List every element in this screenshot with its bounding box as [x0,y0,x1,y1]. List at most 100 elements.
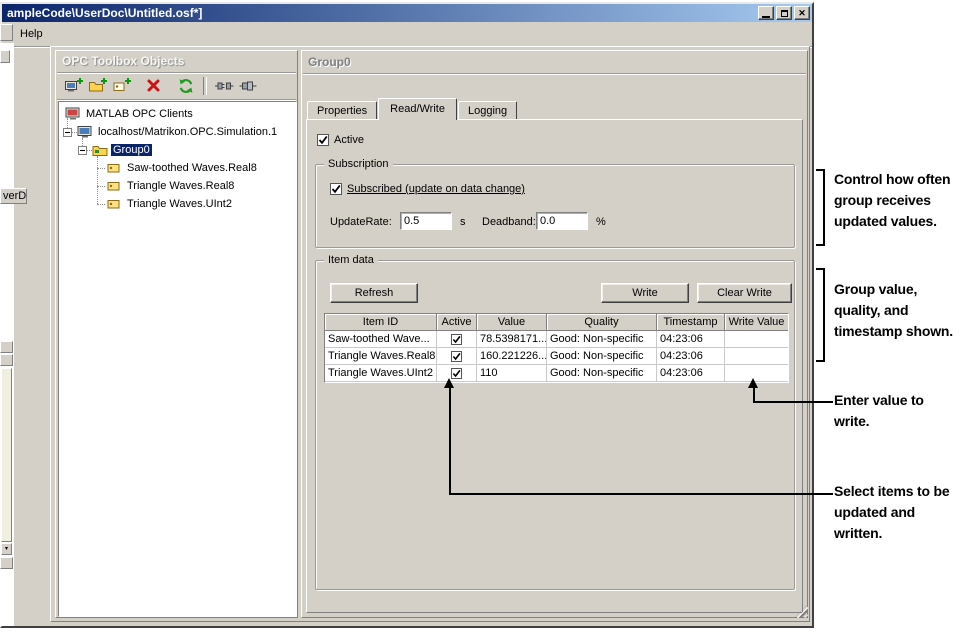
cell-write-value[interactable] [725,348,788,365]
row-active-checkbox[interactable] [451,350,462,362]
subscribed-checkbox[interactable]: Subscribed (update on data change) [330,183,525,195]
column-header-timestamp[interactable]: Timestamp [657,314,725,331]
tab-strip: Properties Read/Write Logging [307,97,518,120]
disconnect-button[interactable] [212,75,236,97]
cell-quality: Good: Non-specific [547,331,657,348]
check-icon [452,369,461,377]
subscribed-checkbox-box[interactable] [330,183,342,195]
desktop-fragment-box [0,557,13,569]
callout-bracket [816,268,825,362]
add-client-icon [65,78,83,92]
connect-icon [239,81,257,91]
tab-logging[interactable]: Logging [457,101,518,119]
group-detail-panel: Group0 Properties Read/Write Logging Act… [301,50,808,618]
tree-node-sawtoothed-waves[interactable]: Saw-toothed Waves.Real8 [106,160,259,176]
column-header-active[interactable]: Active [437,314,477,331]
tree-node-matlab-opc-clients[interactable]: MATLAB OPC Clients [65,106,195,122]
write-button[interactable]: Write [601,283,689,303]
callout-table: Group value, quality, and timestamp show… [834,281,953,339]
collapse-toggle[interactable] [63,128,72,137]
deadband-label: Deadband: [482,216,536,228]
read-write-pane: Active Subscription Subscribed (update o… [306,119,803,613]
add-client-button[interactable] [62,75,86,97]
cell-write-value[interactable] [725,331,788,348]
cell-quality: Good: Non-specific [547,348,657,365]
toolbar-separator [203,77,207,95]
refresh-tree-button[interactable] [174,75,198,97]
deadband-unit: % [596,216,606,228]
item-icon [107,164,120,173]
delete-button[interactable] [142,75,166,97]
check-icon [452,335,461,343]
minimize-icon [762,15,770,18]
item-icon [107,200,120,209]
table-row: Triangle Waves.Real8 160.221226... Good:… [325,348,788,365]
column-header-item-id[interactable]: Item ID [325,314,437,331]
detail-panel-title: Group0 [308,55,351,69]
add-group-icon [89,78,107,92]
minimize-button[interactable] [758,6,774,20]
desktop-fragment-box [0,354,13,366]
callout-write: Enter value to write. [834,392,924,429]
tree-node-triangle-waves-uint2[interactable]: Triangle Waves.UInt2 [106,196,234,212]
cell-timestamp: 04:23:06 [657,331,725,348]
check-icon [318,135,328,145]
window-title: ampleCode\UserDoc\Untitled.osf*] [7,6,203,20]
table-row: Saw-toothed Wave... 78.5398171... Good: … [325,331,788,348]
cell-item-id: Triangle Waves.UInt2 [325,365,437,382]
item-table: Item ID Active Value Quality Timestamp W… [324,313,789,383]
menu-help[interactable]: Help [14,26,49,42]
subscription-group: Subscription Subscribed (update on data … [315,158,795,248]
check-icon [452,352,461,360]
add-group-button[interactable] [86,75,110,97]
disconnect-icon [215,82,234,90]
server-icon [77,126,92,138]
restore-button[interactable] [776,6,792,20]
close-icon: ✕ [798,7,806,18]
tree-panel-title: OPC Toolbox Objects [62,54,185,68]
item-table-header: Item ID Active Value Quality Timestamp W… [325,314,788,331]
scrollbar-track-fragment[interactable] [1,368,12,542]
cell-value: 110 [477,365,547,382]
tab-properties[interactable]: Properties [307,101,378,119]
close-button[interactable]: ✕ [794,6,810,20]
row-active-checkbox[interactable] [451,367,462,379]
connect-button[interactable] [236,75,260,97]
active-checkbox-box[interactable] [317,134,329,146]
active-checkbox[interactable]: Active [317,134,364,146]
add-item-button[interactable] [110,75,134,97]
deadband-input[interactable] [536,212,588,230]
tree-node-group0[interactable]: Group0 [92,142,152,158]
column-header-write-value[interactable]: Write Value [725,314,788,331]
cell-value: 160.221226... [477,348,547,365]
cell-item-id: Triangle Waves.Real8 [325,348,437,365]
cell-active [437,365,477,382]
scrollbar-arrow-fragment[interactable]: ▾ [1,543,12,555]
window-controls: ✕ [756,6,810,20]
row-active-checkbox[interactable] [451,333,462,345]
tab-read-write[interactable]: Read/Write [378,98,457,120]
cell-active [437,331,477,348]
cell-write-value[interactable] [725,365,788,382]
tree-connector [97,186,105,187]
desktop-fragment-box [0,341,13,353]
tree-connector [97,156,98,204]
tree-node-localhost-server[interactable]: localhost/Matrikon.OPC.Simulation.1 [77,124,279,140]
tree-connector [97,168,105,169]
clear-write-button[interactable]: Clear Write [697,283,792,303]
cell-active [437,348,477,365]
subscription-legend: Subscription [324,158,393,170]
column-header-quality[interactable]: Quality [547,314,657,331]
item-icon [107,182,120,191]
delete-icon [147,79,160,92]
cell-value: 78.5398171... [477,331,547,348]
column-header-value[interactable]: Value [477,314,547,331]
collapse-toggle[interactable] [78,146,87,155]
tree-node-triangle-waves-real8[interactable]: Triangle Waves.Real8 [106,178,236,194]
refresh-button[interactable]: Refresh [330,283,418,303]
detail-header [303,52,806,74]
tree-toolbar [57,72,296,100]
update-rate-input[interactable] [400,212,452,230]
titlebar[interactable]: ampleCode\UserDoc\Untitled.osf*] ✕ [2,4,812,22]
desktop-fragment-label: verDA [0,188,27,204]
